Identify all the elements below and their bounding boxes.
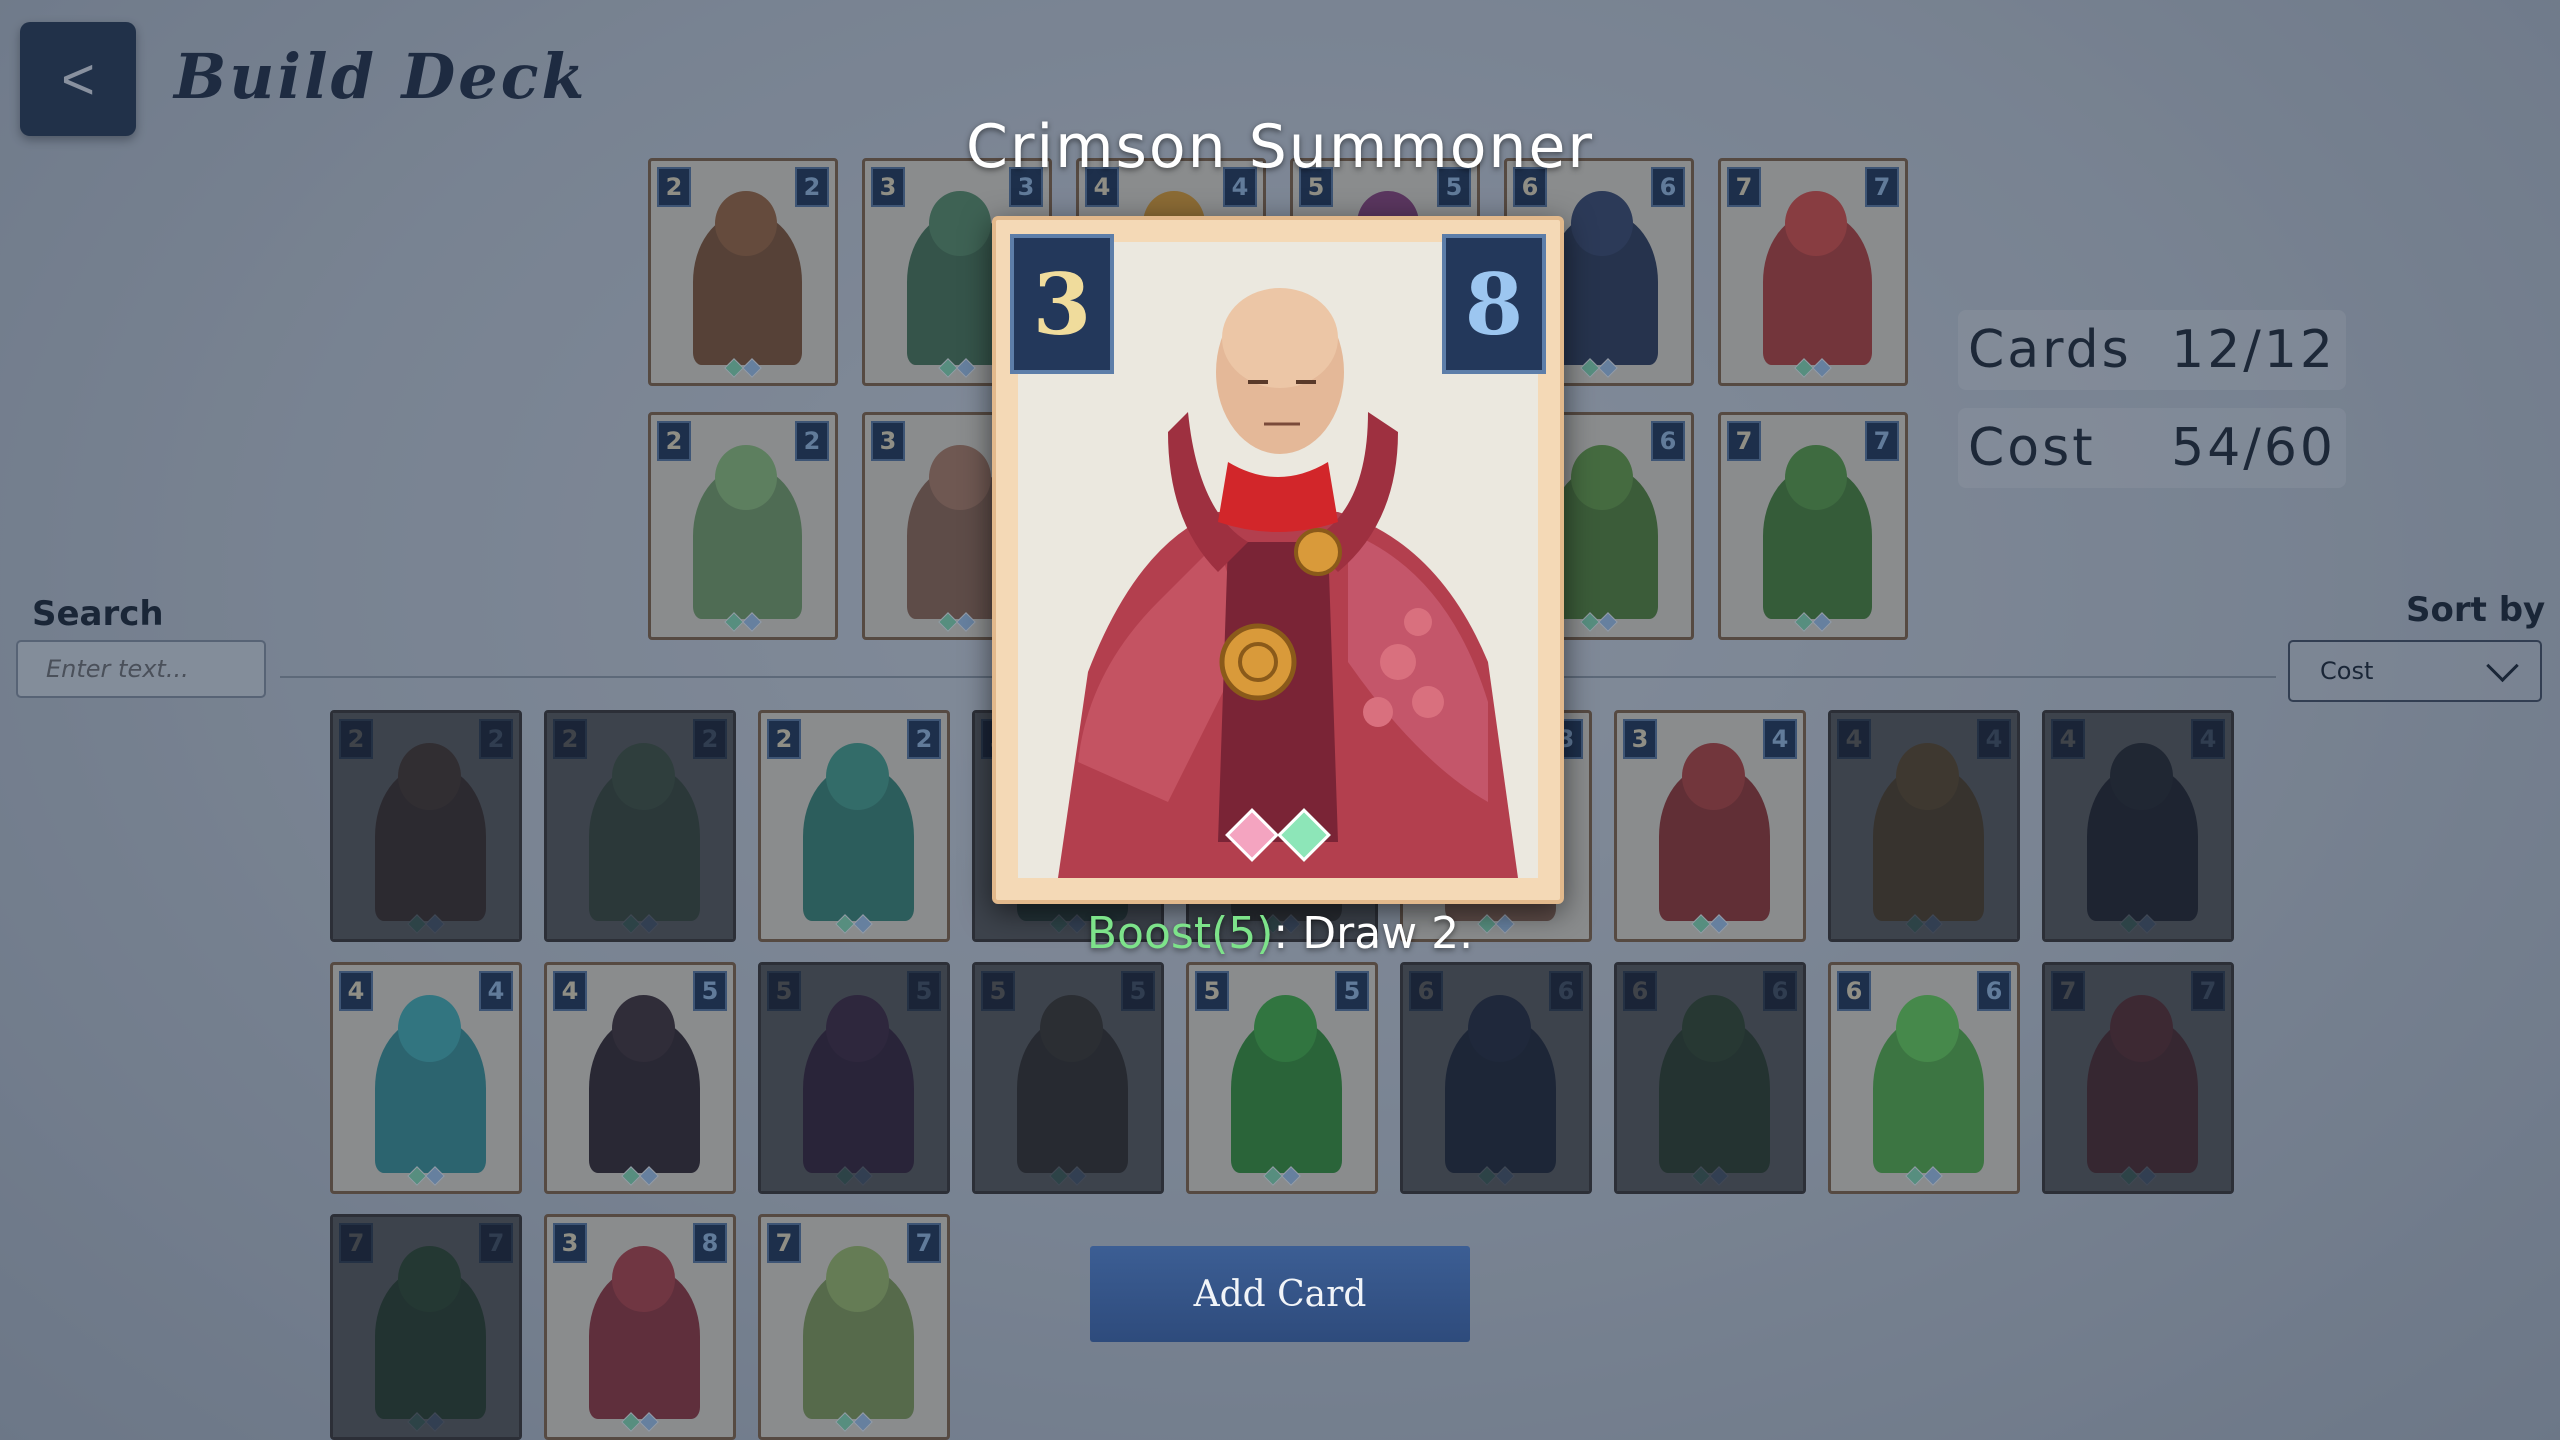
add-card-label: Add Card <box>1193 1273 1367 1315</box>
selected-card-ability: Boost(5): Draw 2. <box>0 908 2560 959</box>
green-gem-icon <box>1277 808 1331 862</box>
selected-card: 3 8 <box>992 216 1564 904</box>
add-card-button[interactable]: Add Card <box>1090 1246 1470 1342</box>
affinity-gems <box>1225 808 1331 862</box>
selected-card-cost: 3 <box>1010 234 1114 374</box>
selected-card-name: Crimson Summoner <box>965 112 1595 182</box>
ability-text: : Draw 2. <box>1273 908 1474 959</box>
ability-keyword: Boost(5) <box>1086 908 1274 959</box>
selected-card-power: 8 <box>1442 234 1546 374</box>
pink-gem-icon <box>1225 808 1279 862</box>
